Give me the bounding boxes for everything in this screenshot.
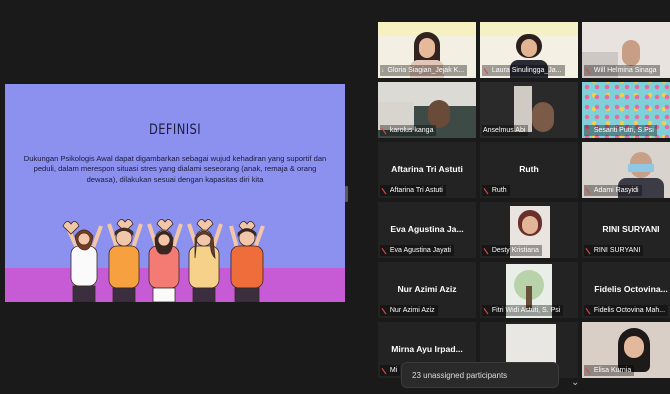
mic-off-icon: ❙ — [380, 246, 389, 256]
participant-name-label: ❙ Fitri Widi Astuti, S. Psi — [482, 305, 564, 316]
participant-tile[interactable]: Anselmus Abi — [480, 82, 578, 138]
participant-name-label: ❙ Aftarina Tri Astuti — [380, 185, 446, 196]
participant-name-label: ❙ karolus kanga — [380, 125, 437, 136]
mic-off-icon: ❙ — [584, 366, 593, 376]
participant-name-text: Aftarina Tri Astuti — [389, 187, 443, 194]
participant-name-text: Ruth — [491, 187, 507, 194]
participant-name-text: Laura Sinulingga_Ja... — [491, 67, 562, 74]
participant-tile[interactable]: ❙ Laura Sinulingga_Ja... — [480, 22, 578, 78]
mic-off-icon: ❙ — [482, 246, 491, 256]
participant-name-label: ❙ Sesanti Putri, S.Psi — [584, 125, 657, 136]
mic-off-icon: ❙ — [482, 306, 491, 316]
participant-tile[interactable]: ❙ Fitri Widi Astuti, S. Psi — [480, 262, 578, 318]
presentation-slide: DEFINISI Dukungan Psikologis Awal dapat … — [5, 84, 345, 302]
people-heart-hands-illustration — [62, 219, 265, 302]
participant-display-name: Mirna Ayu Irpad... — [391, 344, 463, 354]
participant-name-text: Fidelis Octovina Mah... — [593, 307, 666, 314]
mic-off-icon: ❙ — [584, 246, 593, 256]
participant-display-name: Eva Agustina Ja... — [390, 224, 464, 234]
participant-name-label: ❙ Adami Rasyidi — [584, 185, 642, 196]
participant-name-label: ❙ Ruth — [482, 185, 510, 196]
chevron-down-icon[interactable]: ⌄ — [571, 377, 579, 388]
participant-name-label: ❙ Elisa Kurnia — [584, 365, 635, 376]
mic-off-icon: ❙ — [584, 186, 593, 196]
participant-name-text: Adami Rasyidi — [593, 187, 639, 194]
participant-name-text: Gloria Siagian_Jejak K... — [387, 67, 465, 74]
mic-off-icon: ❙ — [380, 126, 389, 136]
participant-name-text: Mi — [389, 367, 398, 374]
shared-screen: DEFINISI Dukungan Psikologis Awal dapat … — [0, 0, 350, 394]
participant-name-label: ❙ Mi — [380, 365, 401, 376]
split-view-handle[interactable] — [345, 186, 348, 202]
slide-title: DEFINISI — [148, 122, 202, 138]
participant-tile[interactable]: ❙ Sesanti Putri, S.Psi — [582, 82, 670, 138]
mic-off-icon: ❙ — [380, 186, 389, 196]
participant-tile[interactable]: ❙ Adami Rasyidi — [582, 142, 670, 198]
participant-display-name: Fidelis Octovina... — [594, 284, 668, 294]
participant-tile[interactable]: RINI SURYANI ❙ RINI SURYANI — [582, 202, 670, 258]
mic-off-icon: ❙ — [584, 66, 593, 76]
participant-name-label: Anselmus Abi — [482, 125, 529, 136]
participant-display-name: Nur Azimi Aziz — [397, 284, 457, 294]
mic-off-icon: ❙ — [380, 366, 389, 376]
participant-tile[interactable]: ↓ Gloria Siagian_Jejak K... — [378, 22, 476, 78]
mic-off-icon: ❙ — [482, 186, 491, 196]
participant-name-text: Fitri Widi Astuti, S. Psi — [491, 307, 561, 314]
participant-display-name: Ruth — [519, 164, 539, 174]
participant-name-text: RINI SURYANI — [593, 247, 641, 254]
pin-icon: ↓ — [381, 67, 385, 74]
participant-tile[interactable]: ❙ karolus kanga — [378, 82, 476, 138]
participant-name-label: ❙ Eva Agustina Jayati — [380, 245, 454, 256]
slide-body-text: Dukungan Psikologis Awal dapat digambark… — [23, 154, 327, 184]
participant-name-text: Elisa Kurnia — [593, 367, 632, 374]
participant-name-label: ❙ Will Helmina Sinaga — [584, 65, 660, 76]
participant-name-text: karolus kanga — [389, 127, 434, 134]
participant-tile[interactable]: ❙ Desty Kristiana — [480, 202, 578, 258]
participant-name-text: Anselmus Abi — [483, 127, 526, 134]
participant-tile[interactable]: Aftarina Tri Astuti ❙ Aftarina Tri Astuti — [378, 142, 476, 198]
participant-name-label: ❙ Laura Sinulingga_Ja... — [482, 65, 565, 76]
participant-name-text: Nur Azimi Aziz — [389, 307, 435, 314]
participant-name-label: ❙ Nur Azimi Aziz — [380, 305, 438, 316]
participant-name-label: ↓ Gloria Siagian_Jejak K... — [380, 65, 468, 76]
participant-name-text: Eva Agustina Jayati — [389, 247, 451, 254]
participant-name-label: ❙ RINI SURYANI — [584, 245, 644, 256]
participant-tile[interactable]: ❙ Elisa Kurnia — [582, 322, 670, 378]
mic-off-icon: ❙ — [482, 66, 491, 76]
unassigned-participants-popover[interactable]: 23 unassigned participants — [401, 362, 559, 388]
participant-display-name: Aftarina Tri Astuti — [391, 164, 463, 174]
participant-tile[interactable]: Ruth ❙ Ruth — [480, 142, 578, 198]
mic-off-icon: ❙ — [380, 306, 389, 316]
participant-name-text: Sesanti Putri, S.Psi — [593, 127, 654, 134]
participant-tile[interactable]: Eva Agustina Ja... ❙ Eva Agustina Jayati — [378, 202, 476, 258]
participant-display-name: RINI SURYANI — [602, 224, 660, 234]
participant-name-text: Will Helmina Sinaga — [593, 67, 657, 74]
mic-off-icon: ❙ — [584, 306, 593, 316]
mic-off-icon: ❙ — [584, 126, 593, 136]
participant-name-label: ❙ Fidelis Octovina Mah... — [584, 305, 669, 316]
participant-name-text: Desty Kristiana — [491, 247, 539, 254]
participant-name-label: ❙ Desty Kristiana — [482, 245, 542, 256]
participant-tile[interactable]: Fidelis Octovina... ❙ Fidelis Octovina Mah… — [582, 262, 670, 318]
participant-tile[interactable]: ❙ Will Helmina Sinaga — [582, 22, 670, 78]
participant-tile[interactable]: Nur Azimi Aziz ❙ Nur Azimi Aziz — [378, 262, 476, 318]
